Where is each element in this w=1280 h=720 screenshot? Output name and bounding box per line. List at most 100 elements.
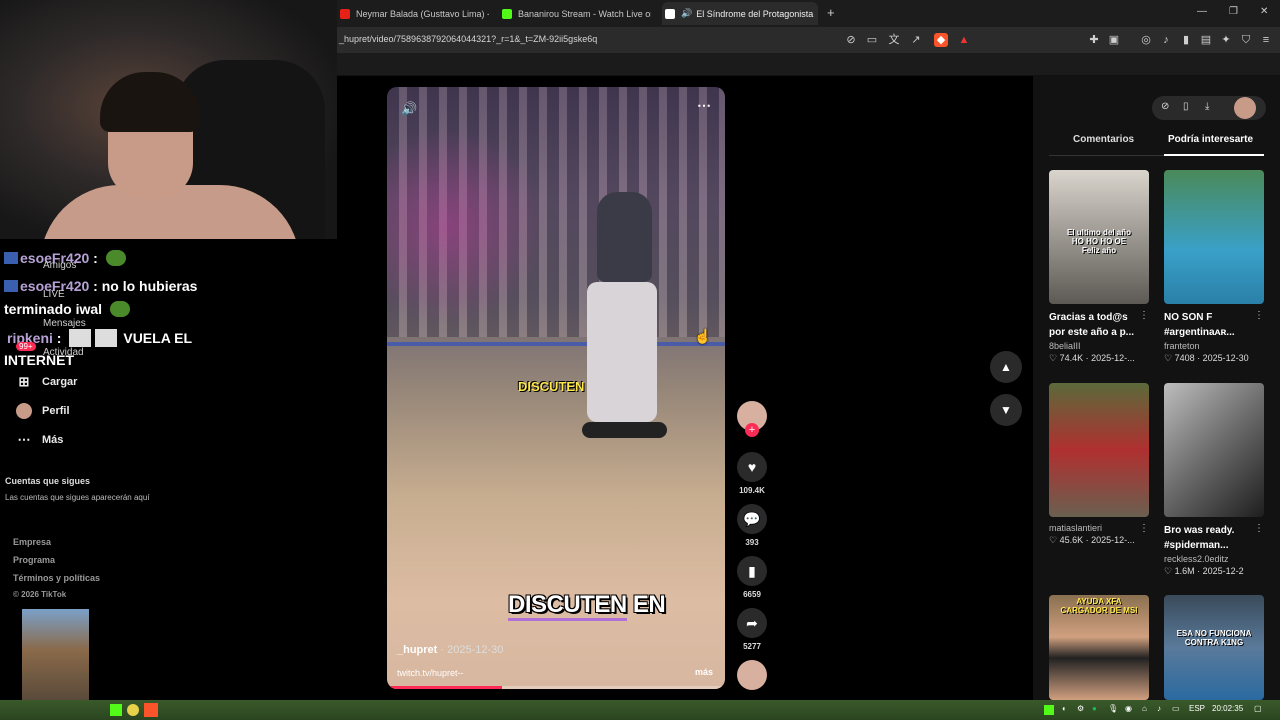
next-video-button[interactable]: ▼	[990, 394, 1022, 426]
video-more-link[interactable]: más	[695, 667, 713, 677]
meme-emote-icon	[69, 329, 92, 347]
browser-tab-kick[interactable]: Bananirou Stream - Watch Live on Ki	[499, 2, 651, 25]
tray-volume-icon[interactable]: ♪	[1157, 704, 1161, 713]
minimize-button[interactable]: —	[1197, 6, 1207, 17]
previous-video-button[interactable]: ▲	[990, 351, 1022, 383]
card-more-icon[interactable]: ⋮	[1254, 523, 1264, 534]
sidebar-icon[interactable]: ▮	[1179, 33, 1193, 47]
card-more-icon[interactable]: ⋮	[1139, 310, 1149, 321]
compass-icon[interactable]: ⊘	[1161, 101, 1169, 112]
video-player[interactable]: 🔊 ⋯ DISCUTEN DISCUTEN EN _hupret · 2025-…	[387, 87, 725, 689]
tray-gamepad-icon[interactable]: ◉	[1125, 704, 1132, 713]
download-icon[interactable]: ⤓	[1205, 101, 1209, 112]
video-glow	[387, 127, 547, 327]
close-window-button[interactable]: ✕	[1260, 6, 1268, 17]
nav-activity[interactable]: Actividad	[43, 347, 84, 358]
brave-shield-icon[interactable]: ◆	[934, 33, 948, 47]
tab-recommended[interactable]: Podría interesarte	[1168, 134, 1253, 145]
copyright: © 2026 TikTok	[13, 590, 67, 599]
extensions-icon[interactable]: ✚	[1087, 33, 1101, 47]
card-date: · 2025-12-2	[1197, 566, 1244, 576]
recommended-card[interactable]: ⋮ NO SON F #argentinaᴀʀ... franteton ♡ 7…	[1164, 170, 1264, 364]
card-more-icon[interactable]: ⋮	[1139, 523, 1149, 534]
nav-messages[interactable]: Mensajes	[43, 318, 86, 329]
brave-taskbar-icon[interactable]	[144, 703, 158, 717]
kick-taskbar-icon[interactable]	[110, 704, 122, 716]
volume-icon[interactable]: 🔊	[401, 101, 417, 117]
wallet-icon[interactable]: ◎	[1139, 33, 1153, 47]
youtube-icon	[340, 8, 350, 19]
caption-small: DISCUTEN	[518, 379, 585, 394]
clock[interactable]: 20:02:35	[1212, 704, 1243, 713]
notifications-icon[interactable]: ▢	[1254, 704, 1262, 713]
translate-icon[interactable]: 文	[887, 33, 901, 47]
tray-network-icon[interactable]: ⌂	[1142, 704, 1147, 713]
tray-battery-icon[interactable]: ▭	[1172, 704, 1180, 713]
card-author: 8beliaIII	[1049, 341, 1081, 351]
like-count: 109.4K	[739, 486, 765, 495]
webcam-overlay	[0, 0, 337, 239]
new-tab-button[interactable]: +	[827, 5, 835, 20]
recommended-card[interactable]: ⋮ Bro was ready. #spiderman... reckless2…	[1164, 383, 1264, 577]
spotify-icon[interactable]: ●	[1092, 704, 1097, 713]
language-indicator[interactable]: ESP	[1189, 704, 1205, 713]
browser-tab-youtube[interactable]: Neymar Balada (Gusttavo Lima) - Yo	[337, 2, 489, 25]
tray-settings-icon[interactable]: ⚙	[1077, 704, 1084, 713]
like-button[interactable]: ♥ 109.4K	[737, 452, 767, 495]
pepe-emote-icon	[105, 250, 126, 266]
recommended-card[interactable]: ⋮ matiaslantieri ♡ 45.6K · 2025-12-...	[1049, 383, 1149, 546]
follow-plus-icon[interactable]: +	[745, 423, 759, 437]
video-author[interactable]: _hupret · 2025-12-30	[397, 644, 503, 656]
footer-link-program[interactable]: Programa	[13, 555, 55, 565]
tray-app-icon[interactable]: ◐	[1062, 704, 1067, 713]
close-tab-icon[interactable]: ✕	[813, 7, 818, 20]
share-button[interactable]: ➦ 5277	[737, 608, 767, 651]
menu-icon[interactable]: ≡	[1259, 33, 1273, 47]
author-avatar-button[interactable]: +	[737, 401, 767, 437]
music-icon[interactable]: ♪	[1159, 33, 1173, 47]
restore-button[interactable]: ❐	[1229, 6, 1238, 17]
tab-search-icon[interactable]: ▣	[1107, 33, 1121, 47]
comment-button[interactable]: 💬 393	[737, 504, 767, 547]
user-avatar[interactable]	[1234, 97, 1256, 119]
cast-icon[interactable]: ▭	[865, 33, 879, 47]
following-title: Cuentas que sigues	[5, 476, 91, 486]
nav-friends[interactable]: Amigos	[43, 260, 76, 271]
leo-icon[interactable]: ✦	[1219, 33, 1233, 47]
save-button[interactable]: ▮ 6659	[737, 556, 767, 599]
recommended-card[interactable]: ESA NO FUNCIONA CONTRA K1NG	[1164, 595, 1264, 700]
tray-kick-icon[interactable]	[1044, 705, 1054, 715]
player-pants	[587, 282, 657, 422]
wallet2-icon[interactable]: ▤	[1199, 33, 1213, 47]
nav-upload[interactable]: ⊞ Cargar	[16, 374, 78, 390]
app-taskbar-icon[interactable]	[127, 704, 139, 716]
nav-live[interactable]: LIVE	[43, 289, 65, 300]
video-progress-bar[interactable]	[387, 686, 725, 689]
music-disc-button[interactable]	[737, 660, 767, 690]
bookmark-icon: ▮	[737, 556, 767, 586]
player-shirt	[597, 192, 652, 282]
brave-rewards-icon[interactable]: ▲	[957, 33, 971, 47]
chat-message: esoeFr420 : no lo hubieras	[4, 278, 197, 294]
card-more-icon[interactable]: ⋮	[1254, 310, 1264, 321]
nav-profile[interactable]: Perfil	[16, 403, 70, 419]
recommended-card[interactable]: El ultimo del año HO HO HO OE Feliz año …	[1049, 170, 1149, 364]
tab-comments[interactable]: Comentarios	[1073, 134, 1134, 145]
card-likes: ♡ 45.6K	[1049, 535, 1084, 545]
nav-more[interactable]: ⋯ Más	[16, 432, 64, 448]
footer-link-company[interactable]: Empresa	[13, 537, 51, 547]
video-more-icon[interactable]: ⋯	[697, 97, 711, 114]
recommended-card[interactable]: AYUDA XFA CARGADOR DE MSI	[1049, 595, 1149, 700]
card-title: Bro was ready. #spiderman...	[1164, 525, 1235, 551]
browser-tab-tiktok[interactable]: 🔊 El Síndrome del Protagonista ✕	[662, 2, 818, 25]
tray-mic-icon[interactable]: 🎙	[1108, 704, 1118, 713]
footer-link-terms[interactable]: Términos y políticas	[13, 573, 100, 583]
url-field[interactable]: _hupret/video/7589638792064044321?_r=1&_…	[339, 34, 597, 44]
music-disc-icon	[737, 660, 767, 690]
phone-icon[interactable]: ▯	[1183, 101, 1189, 112]
avatar	[16, 403, 32, 419]
reader-icon[interactable]: ⊘	[844, 33, 858, 47]
address-bar: _hupret/video/7589638792064044321?_r=1&_…	[337, 27, 1280, 53]
share-icon[interactable]: ↗	[909, 33, 923, 47]
vpn-icon[interactable]: ⛉	[1239, 33, 1253, 47]
